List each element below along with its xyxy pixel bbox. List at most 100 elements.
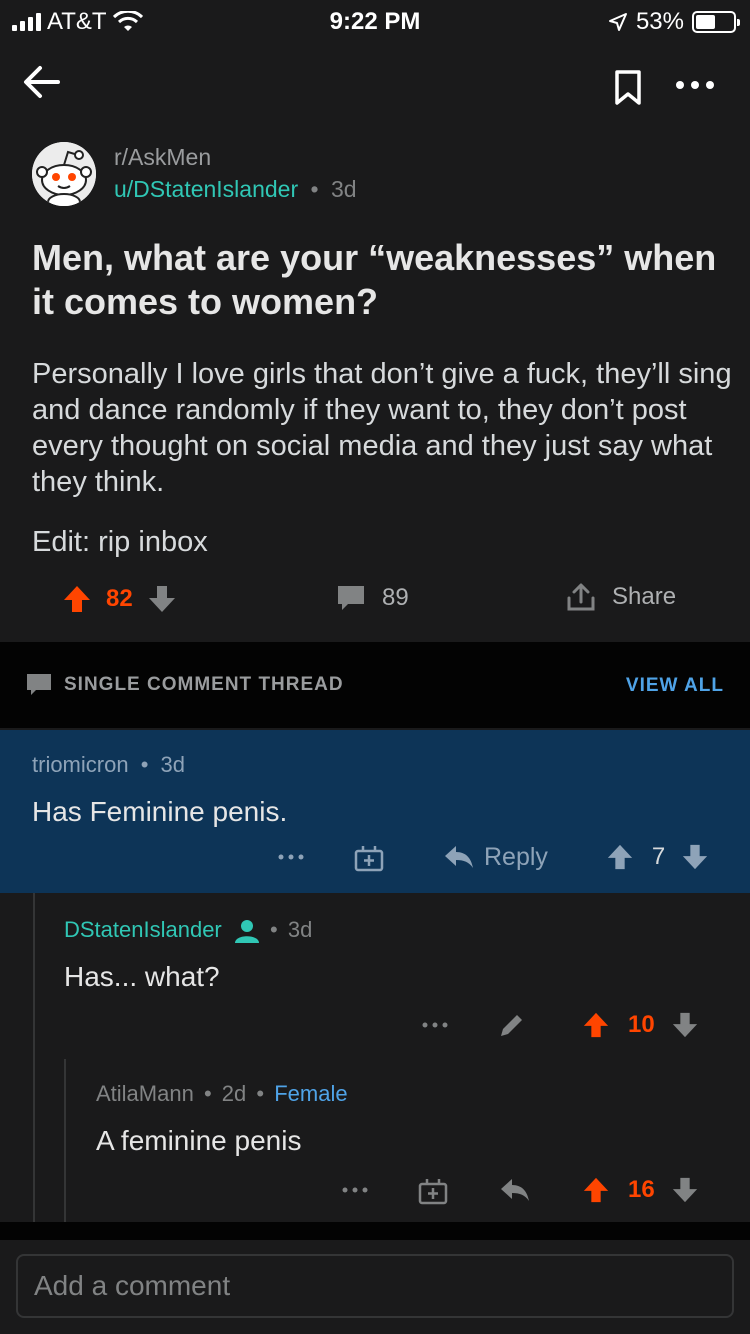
meta-separator: • [140,752,149,777]
comment-bubble-icon [338,586,364,610]
op-user-icon [234,918,260,944]
post-score: 82 [106,585,133,612]
post-edit-note: Edit: rip inbox [32,526,208,558]
comment-score: 10 [628,1011,655,1038]
reply-arrow-icon [501,1179,529,1201]
arrow-down-icon [672,1177,697,1203]
bookmark-icon [615,70,641,105]
more-horizontal-icon [342,1187,368,1193]
upvote-button[interactable] [582,1011,610,1039]
location-arrow-icon [608,12,628,32]
comment-thread: DStatenIslander • 3d Has... what? 10 Ati… [0,893,750,1223]
comment-body: Has... what? [64,961,220,992]
post-title: Men, what are your “weaknesses” when it … [32,237,717,322]
status-right: 53% [608,8,740,36]
meta-separator: • [203,1081,212,1106]
thread-line [64,1059,66,1223]
post-vote-group: 82 [62,584,177,614]
comment-body: Has Feminine penis. [32,796,288,827]
subreddit-name[interactable]: r/AskMen [114,144,211,171]
post-author[interactable]: u/DStatenIslander [114,176,298,202]
view-all-link[interactable]: VIEW ALL [626,675,724,697]
comment-author[interactable]: triomicron [32,752,129,777]
save-post-button[interactable] [608,68,648,108]
comment-actions: Reply 7 [276,842,709,872]
arrow-up-icon [583,1177,609,1203]
comment-meta: DStatenIslander • 3d [64,917,312,944]
reply-button[interactable] [500,1177,530,1203]
share-label: Share [612,583,677,610]
reply-arrow-icon [445,846,473,868]
upvote-button[interactable] [582,1176,610,1204]
meta-separator: • [310,176,319,202]
reply-label: Reply [484,842,548,871]
downvote-button[interactable] [671,1011,699,1039]
downvote-button[interactable] [147,584,177,614]
comment-age: 3d [160,752,186,777]
upvote-button[interactable] [606,843,634,871]
comment-more-button[interactable] [420,1022,450,1028]
comment-actions: 16 [340,1175,699,1205]
more-horizontal-icon [422,1022,448,1028]
reply-button[interactable]: Reply [444,843,548,872]
single-thread-bar: SINGLE COMMENT THREAD VIEW ALL [0,642,750,728]
comment-author[interactable]: AtilaMann [96,1081,194,1106]
comment-score: 7 [651,843,666,870]
comment-author[interactable]: DStatenIslander [64,917,222,942]
comment-age: 2d [221,1081,247,1106]
comment-age: 3d [287,917,313,942]
subreddit-avatar[interactable] [32,142,96,206]
gift-icon [354,846,384,872]
award-button[interactable] [354,842,384,872]
comment-meta: triomicron • 3d [32,752,185,778]
comment-more-button[interactable] [340,1187,370,1193]
more-horizontal-icon [676,81,714,89]
thread-line [33,893,35,1223]
comment-more-button[interactable] [276,854,306,860]
thread-label: SINGLE COMMENT THREAD [26,673,344,697]
arrow-down-icon [672,1012,697,1038]
arrow-left-icon [24,66,60,98]
edit-button[interactable] [498,1011,526,1039]
post-author-line: u/DStatenIslander • 3d [114,176,357,203]
post-meta: r/AskMen u/DStatenIslander • 3d [32,140,722,210]
user-flair: Female [274,1081,348,1106]
post-body: Personally I love girls that don’t give … [32,358,732,498]
pencil-icon [501,1015,522,1036]
share-icon [567,583,595,611]
highlighted-comment: triomicron • 3d Has Feminine penis. Repl… [0,730,750,893]
thread-label-text: SINGLE COMMENT THREAD [64,674,344,695]
more-horizontal-icon [278,854,304,860]
snoo-icon [32,142,96,206]
battery-icon [692,11,740,33]
comment-bubble-icon [27,674,51,695]
arrow-down-icon [683,844,708,870]
upvote-button[interactable] [62,584,92,614]
meta-separator: • [256,1081,265,1106]
downvote-button[interactable] [681,843,709,871]
comment-body: A feminine penis [96,1125,302,1156]
award-button[interactable] [418,1175,448,1205]
downvote-button[interactable] [671,1176,699,1204]
back-button[interactable] [20,62,64,102]
comment-score: 16 [628,1176,655,1203]
arrow-up-icon [607,844,633,870]
comments-button[interactable]: 89 [336,584,409,612]
arrow-up-icon [64,586,90,612]
comment-meta: AtilaMann • 2d • Female [96,1081,348,1107]
share-button[interactable]: Share [566,582,676,612]
status-bar: AT&T 9:22 PM 53% [0,0,750,42]
arrow-up-icon [583,1012,609,1038]
more-options-button[interactable] [672,70,718,100]
gift-icon [418,1179,448,1205]
add-comment-input[interactable] [16,1254,734,1318]
meta-separator: • [270,917,278,942]
battery-percent: 53% [635,8,684,35]
separator [0,1222,750,1240]
arrow-down-icon [148,586,175,612]
comment-composer [0,1240,750,1334]
comment-actions: 10 [420,1011,699,1039]
post-header [0,50,750,120]
comment-count: 89 [382,584,409,611]
post-action-bar: 82 89 Share [0,580,750,624]
